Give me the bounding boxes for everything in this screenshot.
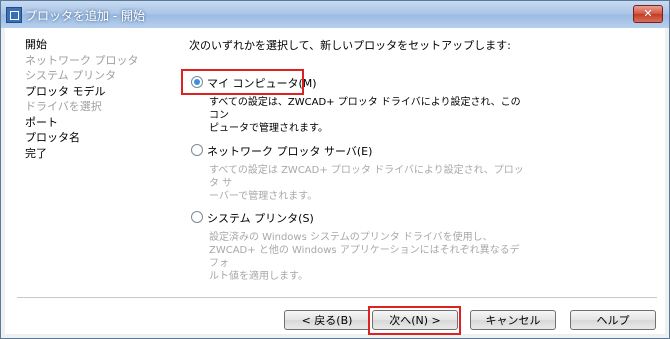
button-separator	[17, 297, 657, 299]
highlight-my-computer	[181, 69, 304, 95]
system-printer-label[interactable]: システム プリンタ(S)	[207, 210, 314, 226]
title-bar[interactable]: プロッタを追加 - 開始 ✕	[1, 1, 669, 28]
app-icon	[6, 7, 22, 23]
my-computer-description: すべての設定は、ZWCAD+ プロッタ ドライバにより設定され、このコン ピュー…	[209, 96, 529, 135]
instruction-text: 次のいずれかを選択して、新しいプロッタをセットアップします:	[189, 39, 511, 52]
system-printer-radio[interactable]	[191, 211, 203, 223]
close-button[interactable]: ✕	[633, 5, 663, 23]
wizard-steps: 開始 ネットワーク プロッタ システム プリンタ プロッタ モデル ドライバを選…	[25, 37, 165, 161]
step-port: ポート	[25, 115, 58, 129]
step-finish: 完了	[25, 146, 47, 160]
network-desc-line1: すべての設定は ZWCAD+ プロッタ ドライバにより設定され、プロッタ サ	[209, 165, 524, 189]
step-start: 開始	[25, 38, 47, 51]
network-desc-line2: ーバーで管理されます。	[209, 191, 318, 202]
system-desc-line3: ルト値を適用します。	[209, 271, 308, 282]
system-desc-line2: ZWCAD+ と他の Windows アプリケーションにはそれぞれ異なるデフォ	[209, 245, 520, 269]
window-title: プロッタを追加 - 開始	[25, 9, 145, 23]
step-plotter-name: プロッタ名	[25, 131, 80, 144]
step-system-printer: システム プリンタ	[25, 69, 117, 82]
step-select-driver: ドライバを選択	[25, 100, 102, 113]
add-plotter-dialog: プロッタを追加 - 開始 ✕ 開始 ネットワーク プロッタ システム プリンタ …	[0, 0, 670, 339]
cancel-button[interactable]: キャンセル	[470, 310, 556, 330]
my-computer-desc-line1: すべての設定は、ZWCAD+ プロッタ ドライバにより設定され、このコン	[209, 97, 521, 121]
step-network-plotter: ネットワーク プロッタ	[25, 53, 139, 67]
network-plotter-server-label[interactable]: ネットワーク プロッタ サーバ(E)	[207, 143, 372, 159]
network-plotter-server-description: すべての設定は ZWCAD+ プロッタ ドライバにより設定され、プロッタ サ ー…	[209, 164, 529, 203]
system-printer-description: 設定済みの Windows システムのプリンタ ドライバを使用し、 ZWCAD+…	[209, 231, 529, 283]
step-plotter-model: プロッタ モデル	[25, 84, 106, 98]
dialog-body: 開始 ネットワーク プロッタ システム プリンタ プロッタ モデル ドライバを選…	[5, 28, 665, 334]
my-computer-desc-line2: ピュータで管理されます。	[209, 123, 328, 134]
network-plotter-server-radio[interactable]	[191, 144, 203, 156]
highlight-next	[368, 306, 461, 335]
system-desc-line1: 設定済みの Windows システムのプリンタ ドライバを使用し、	[209, 232, 493, 243]
back-button[interactable]: < 戻る(B)	[284, 310, 370, 330]
help-button[interactable]: ヘルプ	[570, 310, 656, 330]
